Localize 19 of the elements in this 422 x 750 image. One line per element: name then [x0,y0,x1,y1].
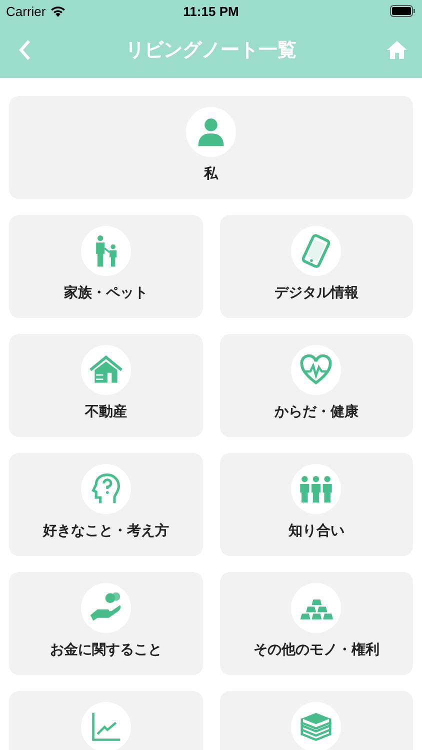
category-tile[interactable]: 私 [9,96,413,199]
battery-icon [390,5,416,17]
wifi-icon [50,5,66,17]
category-tile[interactable]: 家族・ペット [9,215,202,318]
screen-title: リビングノート一覧 [126,38,296,63]
home-icon [386,40,408,60]
head-question-icon [88,472,123,506]
clock-time: 11:15 PM [183,4,239,18]
heartbeat-icon [299,353,334,387]
category-tile[interactable]: デジタル情報 [220,215,413,318]
back-chevron-icon [18,39,32,61]
category-tile[interactable]: お金に関すること [9,572,202,675]
category-tile[interactable]: からだ・健康 [220,334,413,437]
category-tile[interactable]: 不動産 [9,334,202,437]
category-tile[interactable]: 知り合い [220,453,413,556]
carrier-name: Carrier [6,4,46,18]
category-tile[interactable]: 好きなこと・考え方 [9,453,202,556]
book-stack-icon [299,710,334,744]
category-tile[interactable]: その他のモノ・権利 [220,572,413,675]
